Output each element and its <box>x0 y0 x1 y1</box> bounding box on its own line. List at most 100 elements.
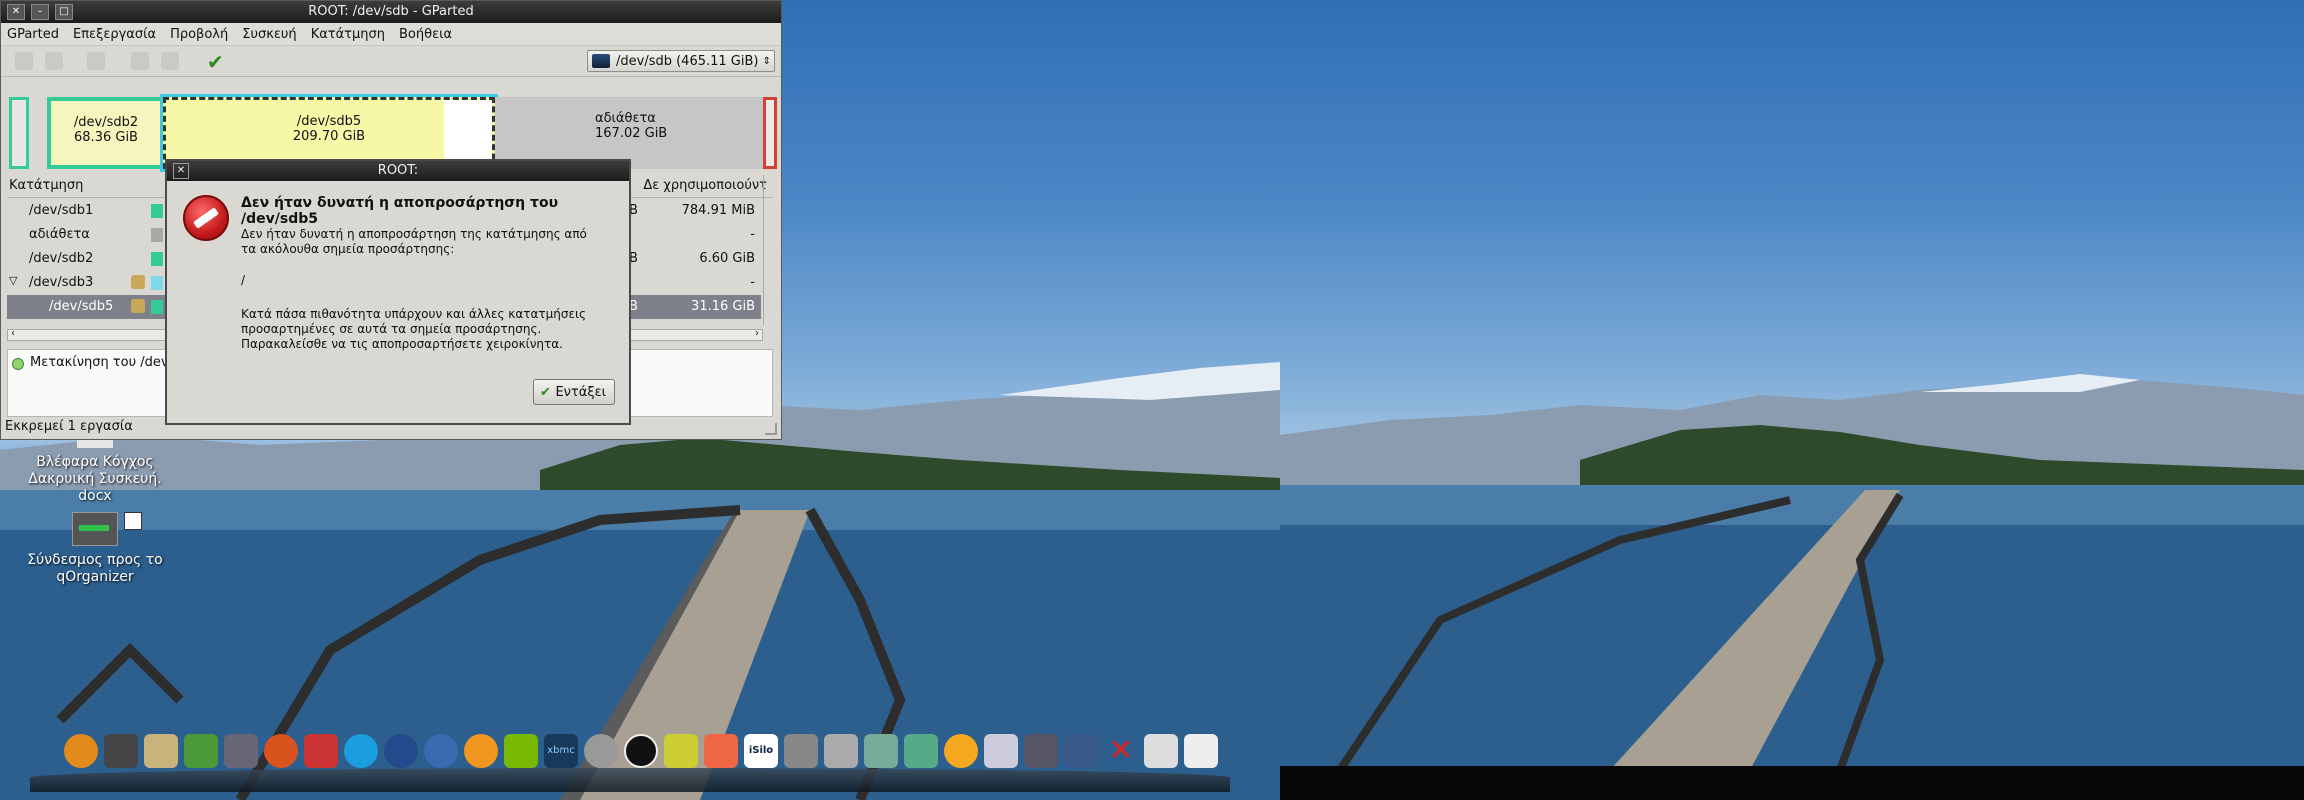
file-icon[interactable] <box>1184 734 1218 768</box>
dialog-mountpoint: / <box>241 273 246 287</box>
scroll-left-icon[interactable]: ‹ <box>11 328 15 339</box>
error-stop-icon <box>183 195 229 241</box>
toolbar: ✔ /dev/sdb (465.11 GiB) ⇕ <box>1 46 781 77</box>
column-partition[interactable]: Κατάτμηση <box>9 178 83 193</box>
scroll-right-icon[interactable]: › <box>755 328 759 339</box>
folder-icon[interactable] <box>144 734 178 768</box>
partmap-sdb5-name: /dev/sdb5 <box>296 114 362 129</box>
xbmc-icon[interactable]: xbmc <box>544 734 578 768</box>
film-icon[interactable] <box>104 734 138 768</box>
pending-operation-text[interactable]: Μετακίνηση του /dev/ <box>30 355 173 370</box>
camera-icon[interactable] <box>784 734 818 768</box>
partmap-sdb2-name: /dev/sdb2 <box>73 115 139 130</box>
vertical-scrollbar[interactable] <box>763 175 774 325</box>
row-partition: /dev/sdb5 <box>49 299 114 314</box>
box-icon[interactable] <box>704 734 738 768</box>
column-unused[interactable]: Δε χρησιμοποιούντ <box>643 178 767 193</box>
menu-edit[interactable]: Επεξεργασία <box>73 27 156 42</box>
board-icon[interactable] <box>904 734 938 768</box>
fire-icon[interactable] <box>64 734 98 768</box>
desktop-icon-qorganizer-label: Σύνδεσμος προς το qOrganizer <box>27 552 163 585</box>
printer-icon[interactable] <box>984 734 1018 768</box>
partmap-sdb2-size: 68.36 GiB <box>74 130 138 145</box>
desktop-icon-qorganizer[interactable]: Σύνδεσμος προς το qOrganizer <box>20 512 170 586</box>
resize-icon[interactable] <box>87 52 105 70</box>
fs-color-swatch <box>151 204 163 218</box>
row-unused: 784.91 MiB <box>681 203 755 218</box>
device-selector[interactable]: /dev/sdb (465.11 GiB) ⇕ <box>587 50 775 72</box>
menu-view[interactable]: Προβολή <box>170 27 228 42</box>
isilo-icon[interactable]: iSilo <box>744 734 778 768</box>
window-icon[interactable] <box>1064 734 1098 768</box>
row-unused: 31.16 GiB <box>691 299 755 314</box>
dialog-text-line1: Δεν ήταν δυνατή η αποπροσάρτηση της κατά… <box>241 227 587 241</box>
swirl-icon[interactable] <box>464 734 498 768</box>
partmap-extended-end[interactable] <box>763 97 777 169</box>
bottom-strip <box>1280 766 2304 800</box>
firefox-icon[interactable] <box>264 734 298 768</box>
jar-icon[interactable] <box>664 734 698 768</box>
resize-grip[interactable] <box>765 423 777 435</box>
error-dialog: ✕ ROOT: Δεν ήταν δυνατή η αποπροσάρτηση … <box>165 159 631 425</box>
paste-icon[interactable] <box>161 52 179 70</box>
document-icon <box>77 440 113 448</box>
partmap-sdb5-size: 209.70 GiB <box>292 129 366 144</box>
expander-icon[interactable]: ▽ <box>9 274 17 287</box>
partmap-unallocated-name: αδιάθετα <box>595 111 656 126</box>
fs-color-swatch <box>151 276 163 290</box>
globe-icon[interactable] <box>424 734 458 768</box>
copy-icon[interactable] <box>131 52 149 70</box>
a-icon[interactable] <box>624 734 658 768</box>
nvidia-icon[interactable] <box>504 734 538 768</box>
earth-icon[interactable] <box>384 734 418 768</box>
partmap-sdb1[interactable] <box>9 97 29 169</box>
aqua-icon[interactable] <box>584 734 618 768</box>
clock-icon[interactable] <box>944 734 978 768</box>
close-icon[interactable]: ✕ <box>173 163 189 179</box>
row-partition: /dev/sdb2 <box>29 251 94 266</box>
wallpaper-landscape <box>1280 374 2304 800</box>
apply-icon[interactable]: ✔ <box>207 50 224 74</box>
fs-color-swatch <box>151 228 163 242</box>
row-unused: - <box>750 227 755 242</box>
pending-operation-icon <box>12 358 24 370</box>
screen-icon[interactable] <box>1024 734 1058 768</box>
checkmark-icon: ✔ <box>540 385 551 400</box>
menu-partition[interactable]: Κατάτμηση <box>311 27 385 42</box>
skype-icon[interactable] <box>344 734 378 768</box>
drive-icon <box>72 512 118 546</box>
fs-color-swatch <box>151 252 163 266</box>
disk-icon <box>592 54 610 68</box>
new-partition-icon[interactable] <box>15 52 33 70</box>
partmap-unallocated-size: 167.02 GiB <box>595 126 668 141</box>
dialog-text-line2: τα ακόλουθα σημεία προσάρτησης: <box>241 242 455 256</box>
menu-device[interactable]: Συσκευή <box>242 27 296 42</box>
menu-gparted[interactable]: GParted <box>7 27 59 42</box>
window-titlebar: ✕ – □ ROOT: /dev/sdb - GParted <box>1 1 781 23</box>
camera2-icon[interactable] <box>824 734 858 768</box>
menubar: GParted Επεξεργασία Προβολή Συσκευή Κατά… <box>1 23 781 46</box>
terminal-icon[interactable] <box>184 734 218 768</box>
dialog-text-line3: Κατά πάσα πιθανότητα υπάρχουν και άλλες … <box>241 307 587 321</box>
link-badge-icon <box>124 512 142 530</box>
desktop-icon-docx[interactable]: Βλέφαρα Κόγχος Δακρυική Συσκευή. docx <box>20 440 170 505</box>
ok-button[interactable]: ✔ Εντάξει <box>533 379 615 405</box>
delete-partition-icon[interactable] <box>45 52 63 70</box>
fs-color-swatch <box>151 300 163 314</box>
lock-icon <box>131 275 145 289</box>
x-icon[interactable]: ✕ <box>1104 734 1138 768</box>
row-partition: αδιάθετα <box>29 227 90 242</box>
row-unused: 6.60 GiB <box>699 251 755 266</box>
mail-icon[interactable] <box>1144 734 1178 768</box>
dock: xbmc iSilo ✕ <box>60 730 1240 784</box>
lock-icon <box>131 299 145 313</box>
desktop-icon-docx-label: Βλέφαρα Κόγχος Δακρυική Συσκευή. docx <box>28 454 162 504</box>
menu-help[interactable]: Βοήθεια <box>399 27 452 42</box>
chart-icon[interactable] <box>864 734 898 768</box>
monitor-icon[interactable] <box>224 734 258 768</box>
partmap-sdb2[interactable]: /dev/sdb2 68.36 GiB <box>47 97 165 169</box>
window-title: ROOT: /dev/sdb - GParted <box>308 4 474 19</box>
synaptic-icon[interactable] <box>304 734 338 768</box>
right-screen <box>1280 0 2304 800</box>
row-unused: - <box>750 275 755 290</box>
